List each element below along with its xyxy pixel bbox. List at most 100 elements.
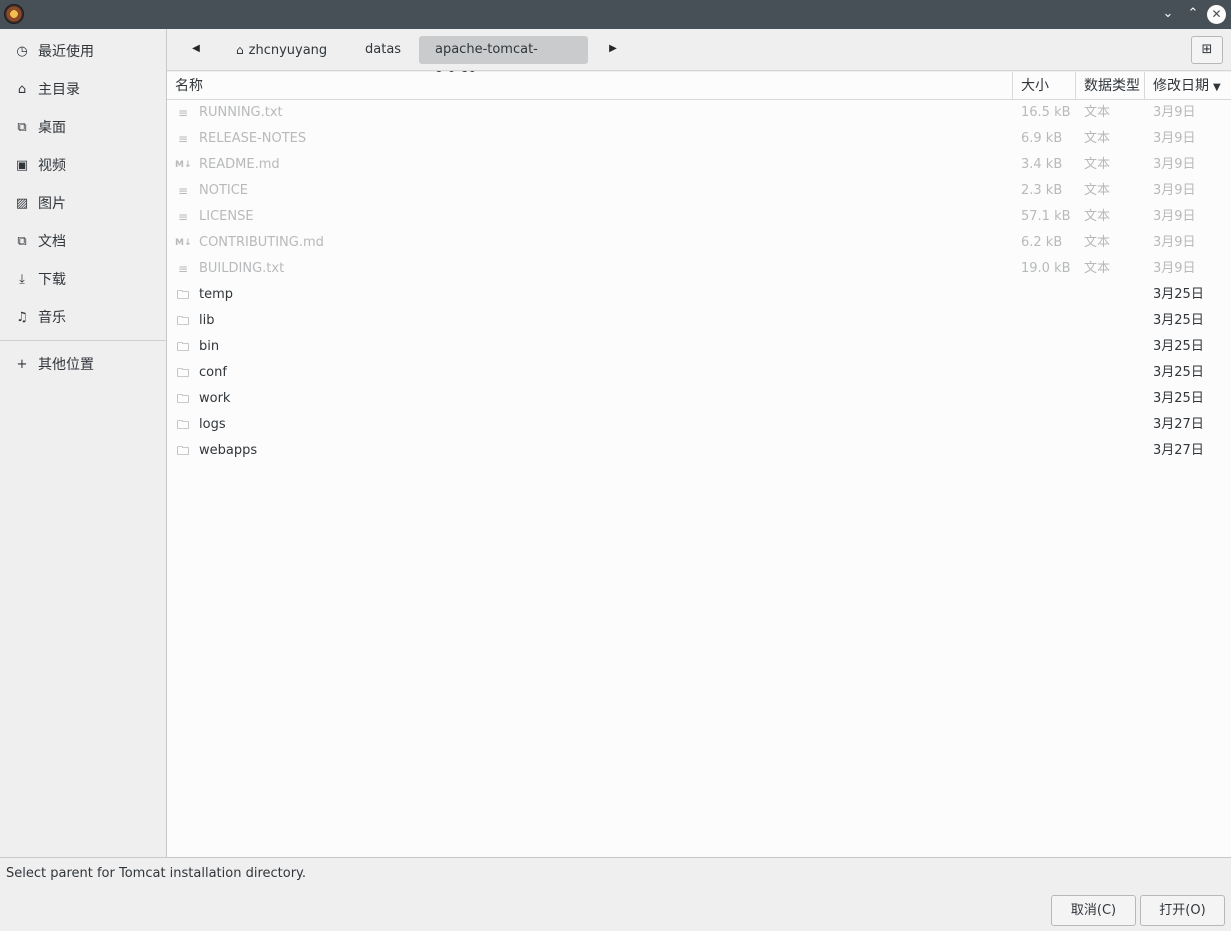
folder-row[interactable]: 🗀 bin 3月25日 <box>167 334 1231 360</box>
breadcrumb-current[interactable]: apache-tomcat-9.0.60 <box>419 36 588 85</box>
file-name: RUNNING.txt <box>199 105 283 120</box>
file-date: 3月9日 <box>1153 261 1196 276</box>
folder-icon: 🗀 <box>176 392 189 406</box>
places-sidebar: ◷ 最近使用 ⌂ 主目录 ⧉ 桌面 ▣ 视频 ▨ 图片 ⧉ 文档 ⤓ 下载 ♫ … <box>0 29 167 857</box>
breadcrumb-home[interactable]: ⌂ zhcnyuyang <box>220 36 343 64</box>
file-row[interactable]: M↓ CONTRIBUTING.md 6.2 kB 文本 3月9日 <box>167 230 1231 256</box>
dialog-footer: Select parent for Tomcat installation di… <box>0 857 1231 931</box>
sidebar-item-music[interactable]: ♫ 音乐 <box>0 299 166 335</box>
file-name: CONTRIBUTING.md <box>199 235 324 250</box>
sidebar-item-other-locations[interactable]: + 其他位置 <box>0 346 166 382</box>
file-date: 3月9日 <box>1153 183 1196 198</box>
sidebar-item-label: 下载 <box>38 272 66 288</box>
path-forward-icon[interactable]: ▶ <box>605 41 621 57</box>
folder-name: bin <box>199 339 220 354</box>
music-icon: ♫ <box>16 309 28 325</box>
file-type: 文本 <box>1084 157 1111 172</box>
file-size: 6.9 kB <box>1021 131 1063 146</box>
sidebar-item-downloads[interactable]: ⤓ 下载 <box>0 261 166 297</box>
close-icon[interactable]: ✕ <box>1207 5 1226 24</box>
maximize-icon[interactable]: ⌃ <box>1184 5 1202 23</box>
home-icon: ⌂ <box>236 43 244 57</box>
file-date: 3月9日 <box>1153 105 1196 120</box>
folder-date: 3月27日 <box>1153 443 1204 458</box>
file-size: 6.2 kB <box>1021 235 1063 250</box>
folder-icon: 🗀 <box>176 366 189 380</box>
app-icon <box>4 4 24 24</box>
sidebar-item-documents[interactable]: ⧉ 文档 <box>0 223 166 259</box>
text-file-icon: ≡ <box>177 132 189 146</box>
file-row[interactable]: ≡ BUILDING.txt 19.0 kB 文本 3月9日 <box>167 256 1231 282</box>
file-type: 文本 <box>1084 183 1111 198</box>
column-header-label: 修改日期 <box>1153 78 1209 94</box>
file-row[interactable]: M↓ README.md 3.4 kB 文本 3月9日 <box>167 152 1231 178</box>
new-folder-button[interactable]: ⊞ <box>1191 36 1223 64</box>
column-header-type[interactable]: 数据类型 <box>1076 72 1145 100</box>
document-icon: ⧉ <box>17 233 27 249</box>
path-back-icon[interactable]: ◀ <box>188 41 204 57</box>
plus-icon: + <box>16 356 28 372</box>
status-message: Select parent for Tomcat installation di… <box>6 866 307 881</box>
sidebar-item-recent[interactable]: ◷ 最近使用 <box>0 33 166 69</box>
column-header-modified[interactable]: 修改日期 ▼ <box>1145 72 1231 100</box>
open-button[interactable]: 打开(O) <box>1140 895 1225 926</box>
column-header-row: 名称 大小 数据类型 修改日期 ▼ <box>167 72 1231 100</box>
file-date: 3月9日 <box>1153 209 1196 224</box>
path-bar: ◀ ⌂ zhcnyuyang datas apache-tomcat-9.0.60… <box>167 29 1231 85</box>
text-file-icon: ≡ <box>177 262 189 276</box>
sidebar-item-videos[interactable]: ▣ 视频 <box>0 147 166 183</box>
file-size: 57.1 kB <box>1021 209 1071 224</box>
file-name: README.md <box>199 157 280 172</box>
folder-name: logs <box>199 417 226 432</box>
file-type: 文本 <box>1084 131 1111 146</box>
cancel-button[interactable]: 取消(C) <box>1051 895 1136 926</box>
new-folder-icon: ⊞ <box>1201 42 1213 57</box>
breadcrumb-datas[interactable]: datas <box>349 36 417 64</box>
minimize-icon[interactable]: ⌄ <box>1159 5 1177 23</box>
markdown-file-icon: M↓ <box>175 160 192 170</box>
folder-name: conf <box>199 365 227 380</box>
folder-date: 3月25日 <box>1153 287 1204 302</box>
sidebar-item-desktop[interactable]: ⧉ 桌面 <box>0 109 166 145</box>
file-name: BUILDING.txt <box>199 261 285 276</box>
file-type: 文本 <box>1084 235 1111 250</box>
sidebar-item-pictures[interactable]: ▨ 图片 <box>0 185 166 221</box>
clock-icon: ◷ <box>16 43 28 59</box>
file-row[interactable]: ≡ LICENSE 57.1 kB 文本 3月9日 <box>167 204 1231 230</box>
file-type: 文本 <box>1084 261 1111 276</box>
file-row[interactable]: ≡ NOTICE 2.3 kB 文本 3月9日 <box>167 178 1231 204</box>
file-row[interactable]: ≡ RELEASE-NOTES 6.9 kB 文本 3月9日 <box>167 126 1231 152</box>
folder-row[interactable]: 🗀 lib 3月25日 <box>167 308 1231 334</box>
folder-row[interactable]: 🗀 conf 3月25日 <box>167 360 1231 386</box>
download-icon: ⤓ <box>19 271 25 287</box>
folder-name: webapps <box>199 443 258 458</box>
file-date: 3月9日 <box>1153 131 1196 146</box>
column-header-size[interactable]: 大小 <box>1013 72 1076 100</box>
folder-icon: 🗀 <box>176 418 189 432</box>
column-header-name[interactable]: 名称 <box>167 72 1013 100</box>
folder-date: 3月25日 <box>1153 339 1204 354</box>
folder-row[interactable]: 🗀 work 3月25日 <box>167 386 1231 412</box>
file-type: 文本 <box>1084 105 1111 120</box>
file-date: 3月9日 <box>1153 157 1196 172</box>
folder-icon: 🗀 <box>176 340 189 354</box>
text-file-icon: ≡ <box>177 184 189 198</box>
file-date: 3月9日 <box>1153 235 1196 250</box>
file-row[interactable]: ≡ RUNNING.txt 16.5 kB 文本 3月9日 <box>167 100 1231 126</box>
sidebar-item-label: 文档 <box>38 234 66 250</box>
file-list[interactable]: 名称 大小 数据类型 修改日期 ▼ ≡ RUNNING.txt 16.5 kB 文… <box>167 72 1231 857</box>
folder-row[interactable]: 🗀 temp 3月25日 <box>167 282 1231 308</box>
folder-row[interactable]: 🗀 logs 3月27日 <box>167 412 1231 438</box>
text-file-icon: ≡ <box>177 106 189 120</box>
folder-row[interactable]: 🗀 webapps 3月27日 <box>167 438 1231 464</box>
sidebar-item-label: 图片 <box>38 196 66 212</box>
picture-icon: ▨ <box>15 195 29 211</box>
title-bar: ⌄ ⌃ ✕ <box>0 0 1231 29</box>
file-name: NOTICE <box>199 183 249 198</box>
folder-icon: 🗀 <box>176 444 189 458</box>
sidebar-item-label: 视频 <box>38 158 66 174</box>
sidebar-item-home[interactable]: ⌂ 主目录 <box>0 71 166 107</box>
file-size: 3.4 kB <box>1021 157 1063 172</box>
file-name: RELEASE-NOTES <box>199 131 307 146</box>
sidebar-item-label: 主目录 <box>38 82 80 98</box>
